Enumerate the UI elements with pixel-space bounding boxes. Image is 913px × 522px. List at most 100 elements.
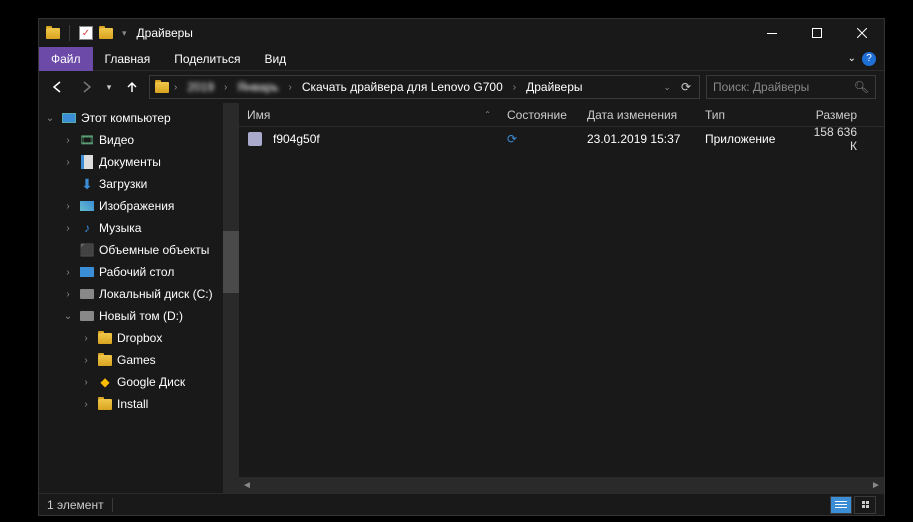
titlebar: ▾ Драйверы <box>39 19 884 47</box>
details-view-icon <box>835 500 847 510</box>
tree-label: Загрузки <box>99 177 147 191</box>
folder-icon <box>97 396 113 412</box>
address-bar[interactable]: › 2019 › Январь › Скачать драйвера для L… <box>149 75 700 99</box>
pc-icon <box>61 110 77 126</box>
chevron-right-icon[interactable]: › <box>511 82 518 93</box>
search-placeholder: Поиск: Драйверы <box>713 80 854 94</box>
tree-desktop[interactable]: › Рабочий стол <box>39 261 239 283</box>
column-label: Тип <box>705 108 725 122</box>
thumbnails-view-icon <box>862 501 869 508</box>
chevron-right-icon[interactable]: › <box>172 82 179 93</box>
column-name[interactable]: Имя ⌃ <box>239 108 499 122</box>
expand-icon[interactable]: › <box>61 223 75 234</box>
tree-local-disk-c[interactable]: › Локальный диск (C:) <box>39 283 239 305</box>
up-button[interactable] <box>121 76 143 98</box>
details-view-button[interactable] <box>830 496 852 514</box>
properties-icon[interactable] <box>78 25 94 41</box>
expand-icon[interactable]: › <box>79 399 93 410</box>
forward-button[interactable] <box>75 76 97 98</box>
disk-icon <box>79 286 95 302</box>
tab-file[interactable]: Файл <box>39 47 93 71</box>
expand-ribbon-icon[interactable]: ⌄ <box>848 53 856 64</box>
horizontal-scrollbar[interactable]: ◄ ► <box>239 477 884 493</box>
folder-icon <box>97 352 113 368</box>
tab-home[interactable]: Главная <box>93 47 163 71</box>
disk-icon <box>79 308 95 324</box>
cell-name: f904g50f <box>239 131 499 147</box>
ribbon-tabs: Файл Главная Поделиться Вид ⌄ ? <box>39 47 884 71</box>
collapse-icon[interactable]: ⌄ <box>61 311 75 322</box>
qat-dropdown-icon[interactable]: ▾ <box>122 28 127 39</box>
column-modified[interactable]: Дата изменения <box>579 108 697 122</box>
tree-documents[interactable]: › Документы <box>39 151 239 173</box>
expand-icon[interactable]: › <box>61 267 75 278</box>
expand-icon[interactable]: › <box>61 135 75 146</box>
search-input[interactable]: Поиск: Драйверы 🔍︎ <box>706 75 876 99</box>
tree-music[interactable]: › ♪ Музыка <box>39 217 239 239</box>
tab-share[interactable]: Поделиться <box>162 47 252 71</box>
column-label: Состояние <box>507 108 567 122</box>
expand-icon[interactable]: › <box>79 355 93 366</box>
documents-icon <box>79 154 95 170</box>
statusbar: 1 элемент <box>39 493 884 515</box>
scroll-left-icon[interactable]: ◄ <box>239 477 255 493</box>
search-icon[interactable]: 🔍︎ <box>854 80 869 94</box>
item-count: 1 элемент <box>47 498 104 512</box>
column-size[interactable]: Размер <box>805 108 865 122</box>
window-controls <box>749 19 884 47</box>
ribbon-right: ⌄ ? <box>848 52 884 66</box>
divider <box>112 498 113 512</box>
help-icon[interactable]: ? <box>862 52 876 66</box>
video-icon: 🎞 <box>79 132 95 148</box>
chevron-right-icon[interactable]: › <box>287 82 294 93</box>
tree-pictures[interactable]: › Изображения <box>39 195 239 217</box>
breadcrumb-hidden[interactable]: 2019 <box>181 78 220 96</box>
close-button[interactable] <box>839 19 884 47</box>
file-row[interactable]: f904g50f ⟳ 23.01.2019 15:37 Приложение 1… <box>239 127 884 151</box>
tree-label: Документы <box>99 155 161 169</box>
file-rows[interactable]: f904g50f ⟳ 23.01.2019 15:37 Приложение 1… <box>239 127 884 477</box>
scrollbar-thumb[interactable] <box>223 231 239 293</box>
back-button[interactable] <box>47 76 69 98</box>
tree-new-volume-d[interactable]: ⌄ Новый том (D:) <box>39 305 239 327</box>
breadcrumb-item[interactable]: Драйверы <box>520 78 588 96</box>
sidebar-scrollbar[interactable] <box>223 103 239 493</box>
new-folder-icon[interactable] <box>98 25 114 41</box>
sort-indicator-icon: ⌃ <box>484 110 491 119</box>
tree-this-pc[interactable]: ⌄ Этот компьютер <box>39 107 239 129</box>
dropdown-icon[interactable]: ⌄ <box>659 82 675 93</box>
tree-label: Dropbox <box>117 331 162 345</box>
tree-google-drive[interactable]: › ◆ Google Диск <box>39 371 239 393</box>
thumbnails-view-button[interactable] <box>854 496 876 514</box>
expand-icon[interactable]: › <box>79 333 93 344</box>
maximize-button[interactable] <box>794 19 839 47</box>
tree-label: Видео <box>99 133 134 147</box>
breadcrumb-hidden[interactable]: Январь <box>231 78 284 96</box>
minimize-icon <box>767 33 777 34</box>
expand-icon[interactable]: › <box>61 157 75 168</box>
expand-icon[interactable]: › <box>79 377 93 388</box>
refresh-icon[interactable]: ⟳ <box>677 80 695 94</box>
tree-dropbox[interactable]: › Dropbox <box>39 327 239 349</box>
cell-state: ⟳ <box>499 132 579 146</box>
breadcrumb-item[interactable]: Скачать драйвера для Lenovo G700 <box>296 78 509 96</box>
tree-video[interactable]: › 🎞 Видео <box>39 129 239 151</box>
window-title: Драйверы <box>137 26 193 40</box>
recent-dropdown[interactable]: ▾ <box>103 76 115 98</box>
tree-3d-objects[interactable]: ⬛ Объемные объекты <box>39 239 239 261</box>
navigation-pane: ⌄ Этот компьютер › 🎞 Видео › Документы ⬇ <box>39 103 239 493</box>
expand-icon[interactable]: › <box>61 289 75 300</box>
column-type[interactable]: Тип <box>697 108 805 122</box>
tree-games[interactable]: › Games <box>39 349 239 371</box>
tab-view[interactable]: Вид <box>252 47 298 71</box>
collapse-icon[interactable]: ⌄ <box>43 113 57 124</box>
chevron-right-icon[interactable]: › <box>222 82 229 93</box>
maximize-icon <box>812 28 822 38</box>
scroll-right-icon[interactable]: ► <box>868 477 884 493</box>
tree-downloads[interactable]: ⬇ Загрузки <box>39 173 239 195</box>
tree-label: Рабочий стол <box>99 265 174 279</box>
tree-install[interactable]: › Install <box>39 393 239 415</box>
minimize-button[interactable] <box>749 19 794 47</box>
expand-icon[interactable]: › <box>61 201 75 212</box>
column-state[interactable]: Состояние <box>499 108 579 122</box>
